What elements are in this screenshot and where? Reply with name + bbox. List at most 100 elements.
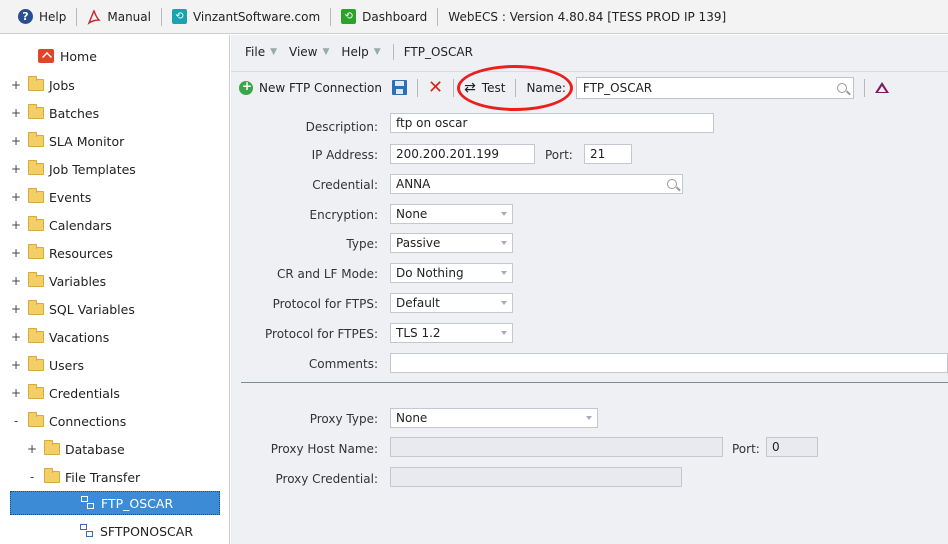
expand-icon[interactable]: + xyxy=(10,106,22,120)
proxy-port-input[interactable]: 0 xyxy=(766,437,818,457)
pdf-icon xyxy=(87,8,102,25)
expand-icon[interactable]: + xyxy=(10,134,22,148)
sidebar-item-sql-variables[interactable]: + SQL Variables xyxy=(10,297,135,321)
comments-input[interactable] xyxy=(390,353,948,373)
collapse-icon[interactable]: - xyxy=(10,414,22,428)
top-bar: ? Help Manual ⟲ VinzantSoftware.com ⟲ Da… xyxy=(0,0,948,34)
expand-icon[interactable]: + xyxy=(10,78,22,92)
vinzant-logo-icon: ⟲ xyxy=(171,9,187,24)
expand-icon[interactable]: + xyxy=(26,442,38,456)
new-ftp-label: New FTP Connection xyxy=(259,80,382,95)
description-input[interactable]: ftp on oscar xyxy=(390,113,714,133)
toolbar: New FTP Connection ✕ ⇄ Test Name: FTP_OS… xyxy=(231,71,948,103)
expand-icon[interactable]: + xyxy=(10,302,22,316)
name-value: FTP_OSCAR xyxy=(582,80,653,95)
sidebar-tree: Home + Jobs + Batches + SLA Monitor + Job Te… xyxy=(0,35,230,544)
sidebar-item-sftp-oscar[interactable]: SFTPONOSCAR xyxy=(80,519,193,543)
sidebar-item-file-transfer[interactable]: - File Transfer xyxy=(26,465,140,489)
sidebar-item-batches[interactable]: + Batches xyxy=(10,101,99,125)
crlf-mode-select[interactable]: Do Nothing xyxy=(390,263,513,283)
sidebar-item-home[interactable]: Home xyxy=(38,44,97,68)
proxy-host-input[interactable] xyxy=(390,437,723,457)
name-field[interactable]: FTP_OSCAR xyxy=(575,76,854,99)
proxy-credential-label: Proxy Credential: xyxy=(275,472,379,486)
expand-icon[interactable]: + xyxy=(10,274,22,288)
sidebar-item-resources[interactable]: + Resources xyxy=(10,241,113,265)
proxy-type-select[interactable]: None xyxy=(390,408,598,428)
description-value: ftp on oscar xyxy=(396,116,468,130)
sidebar-item-label: Batches xyxy=(49,105,100,121)
type-select[interactable]: Passive xyxy=(390,233,513,253)
sidebar-item-label: Connections xyxy=(49,413,127,429)
proxy-type-value: None xyxy=(396,411,428,425)
encryption-label: Encryption: xyxy=(309,208,378,222)
encryption-value: None xyxy=(396,207,428,221)
folder-icon xyxy=(28,160,44,175)
crlf-mode-value: Do Nothing xyxy=(396,266,464,280)
proxy-port-value: 0 xyxy=(772,440,780,454)
folder-icon xyxy=(28,412,44,427)
search-icon[interactable] xyxy=(836,82,847,93)
vinzant-label: VinzantSoftware.com xyxy=(192,9,321,24)
delete-icon: ✕ xyxy=(427,76,444,98)
version-text: WebECS : Version 4.80.84 [TESS PROD IP 1… xyxy=(448,9,727,24)
search-icon[interactable] xyxy=(667,179,677,189)
menu-help-label: Help xyxy=(341,45,369,59)
expand-icon[interactable]: + xyxy=(10,162,22,176)
folder-icon xyxy=(28,300,44,315)
expand-icon[interactable]: + xyxy=(10,246,22,260)
sidebar-item-jobs[interactable]: + Jobs xyxy=(10,73,75,97)
expand-icon[interactable]: + xyxy=(10,386,22,400)
chevron-down-icon xyxy=(501,212,507,216)
manual-link[interactable]: Manual xyxy=(77,0,161,34)
triangle-button[interactable] xyxy=(874,82,889,93)
expand-icon[interactable]: + xyxy=(10,358,22,372)
credential-label: Credential: xyxy=(312,178,378,192)
main-panel: File ▼ View ▼ Help ▼ FTP_OSCAR New FTP Conn… xyxy=(231,35,948,544)
expand-icon[interactable]: + xyxy=(10,190,22,204)
folder-icon xyxy=(28,104,44,119)
proxy-credential-input[interactable] xyxy=(390,467,682,487)
sidebar-item-job-templates[interactable]: + Job Templates xyxy=(10,157,136,181)
sidebar-item-label: Events xyxy=(49,189,92,205)
credential-input[interactable]: ANNA xyxy=(390,174,683,194)
menu-help[interactable]: Help ▼ xyxy=(341,45,380,59)
sidebar-item-sla-monitor[interactable]: + SLA Monitor xyxy=(10,129,124,153)
ftps-protocol-select[interactable]: Default xyxy=(390,293,513,313)
delete-button[interactable]: ✕ xyxy=(427,76,444,98)
sidebar-item-users[interactable]: + Users xyxy=(10,353,84,377)
port-value: 21 xyxy=(590,147,606,161)
menu-view[interactable]: View ▼ xyxy=(289,45,329,59)
ftpes-protocol-select[interactable]: TLS 1.2 xyxy=(390,323,513,343)
proxy-host-label: Proxy Host Name: xyxy=(270,442,378,456)
sidebar-item-connections[interactable]: - Connections xyxy=(10,409,126,433)
sidebar-item-credentials[interactable]: + Credentials xyxy=(10,381,120,405)
type-label: Type: xyxy=(346,237,378,251)
port-input[interactable]: 21 xyxy=(584,144,632,164)
toolbar-separator xyxy=(453,78,455,97)
sidebar-item-vacations[interactable]: + Vacations xyxy=(10,325,109,349)
sidebar-item-label: File Transfer xyxy=(65,469,141,485)
new-ftp-connection-button[interactable]: New FTP Connection xyxy=(239,79,382,95)
comments-label: Comments: xyxy=(308,357,378,371)
encryption-select[interactable]: None xyxy=(390,204,513,224)
vinzant-link[interactable]: ⟲ VinzantSoftware.com xyxy=(162,0,330,34)
sidebar-item-variables[interactable]: + Variables xyxy=(10,269,106,293)
chevron-down-icon: ▼ xyxy=(322,47,330,57)
sidebar-item-ftp-oscar[interactable]: FTP_OSCAR xyxy=(10,491,220,515)
help-link[interactable]: ? Help xyxy=(8,0,76,34)
sidebar-item-calendars[interactable]: + Calendars xyxy=(10,213,112,237)
chevron-down-icon: ▼ xyxy=(270,47,278,57)
sidebar-item-database[interactable]: + Database xyxy=(26,437,125,461)
crlf-mode-label: CR and LF Mode: xyxy=(276,267,378,281)
annotation-circle xyxy=(457,65,573,111)
menu-file[interactable]: File ▼ xyxy=(245,45,277,59)
save-button[interactable] xyxy=(391,80,407,95)
expand-icon[interactable]: + xyxy=(10,330,22,344)
sidebar-item-label: Users xyxy=(49,357,85,373)
sidebar-item-events[interactable]: + Events xyxy=(10,185,91,209)
dashboard-link[interactable]: ⟲ Dashboard xyxy=(331,0,437,34)
collapse-icon[interactable]: - xyxy=(26,470,38,484)
expand-icon[interactable]: + xyxy=(10,218,22,232)
ip-address-input[interactable]: 200.200.201.199 xyxy=(390,144,535,164)
